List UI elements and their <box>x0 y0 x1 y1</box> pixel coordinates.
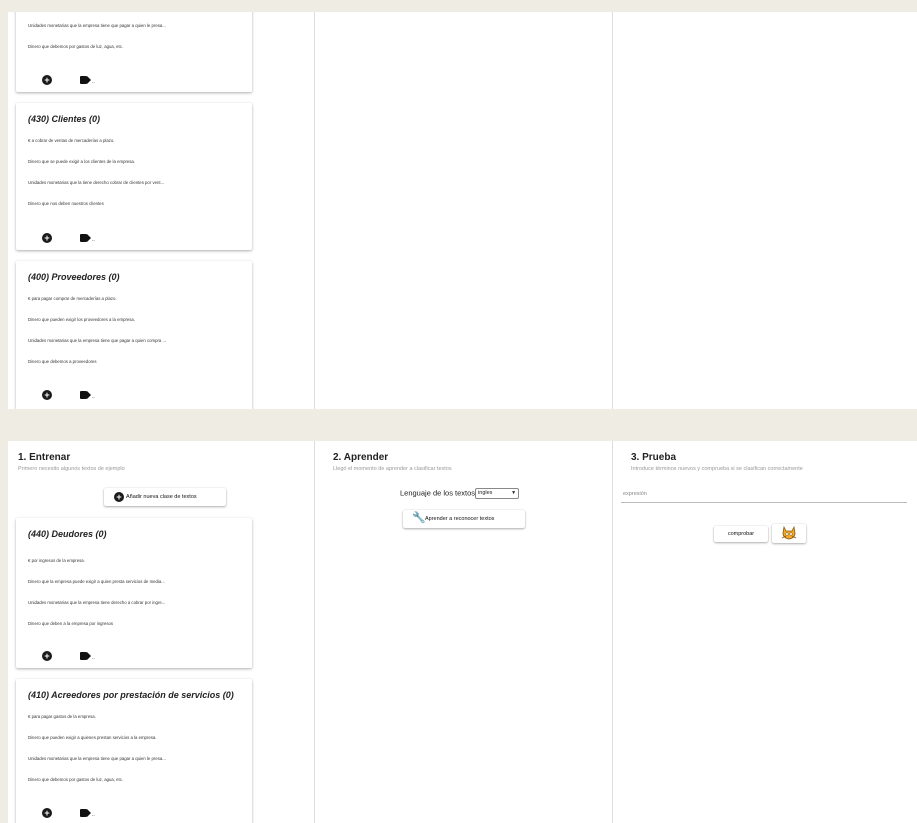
example-text[interactable]: Unidades monetarias que la tiene derecho… <box>28 180 238 185</box>
example-text[interactable]: Unidades monetarias que la empresa tiene… <box>28 23 238 28</box>
example-text[interactable]: Unidades monetarias que la empresa tiene… <box>28 338 238 343</box>
example-text[interactable]: € por ingresos de la empresa. <box>28 558 238 563</box>
test-column: 3. Prueba Introduce términos nuevos y co… <box>612 441 917 823</box>
add-example-button[interactable]: + <box>42 390 52 400</box>
language-select-value: ingles <box>478 490 493 496</box>
language-row: Lenguaje de los textos ingles ▼ <box>400 488 520 499</box>
example-text[interactable]: Dinero que pueden exigir los proveedores… <box>28 317 238 322</box>
language-select[interactable]: ingles ▼ <box>475 488 520 499</box>
add-class-label: Añadir nueva clase de textos <box>126 494 197 500</box>
add-example-button[interactable]: + <box>42 233 52 243</box>
learn-column: 2. Aprender Llegó el momento de aprender… <box>314 441 613 823</box>
test-subtitle: Introduce términos nuevos y comprueba si… <box>631 466 803 472</box>
learn-subtitle: Llegó el momento de aprender a clasifica… <box>333 466 452 472</box>
train-subtitle: Primero necesito algunos textos de ejemp… <box>18 466 125 472</box>
tag-button[interactable]: .. <box>80 809 95 818</box>
add-class-button[interactable]: + Añadir nueva clase de textos <box>104 488 226 506</box>
example-text[interactable]: € para pagar gastos de la empresa. <box>28 714 238 719</box>
text-class-card: (430) Clientes (0) € a cobrar de ventas … <box>16 103 252 250</box>
example-text[interactable]: € para pagar comprar de mercaderías a pl… <box>28 296 238 301</box>
example-text[interactable]: Unidades monetarias que la empresa tiene… <box>28 600 238 605</box>
learn-column-scrolled <box>314 12 613 409</box>
plus-circle-icon: + <box>44 390 50 400</box>
train-column: 1. Entrenar Primero necesito algunos tex… <box>8 441 314 823</box>
tag-button[interactable]: .. <box>80 652 95 661</box>
test-column-scrolled <box>612 12 917 409</box>
tag-button[interactable]: .. <box>80 234 95 243</box>
expression-placeholder: expresión <box>623 491 647 497</box>
train-column-scrolled: Unidades monetarias que la empresa tiene… <box>8 12 314 409</box>
example-text[interactable]: Dinero que pueden exigir a quienes prest… <box>28 735 238 740</box>
example-text[interactable]: € a cobrar de ventas de mercaderías a pl… <box>28 138 238 143</box>
tag-button[interactable]: .. <box>80 76 95 85</box>
example-text[interactable]: Unidades monetarias que la empresa tiene… <box>28 756 238 761</box>
card-title: (440) Deudores (0) <box>28 529 107 539</box>
plus-circle-icon: + <box>44 233 50 243</box>
expression-input[interactable]: expresión <box>621 488 907 503</box>
learn-button[interactable]: 🔧 Aprender a reconocer textos <box>403 510 525 528</box>
top-panel: Unidades monetarias que la empresa tiene… <box>8 12 917 409</box>
test-title: 3. Prueba <box>631 452 677 463</box>
label-icon <box>80 391 91 399</box>
label-icon <box>80 234 91 242</box>
example-text[interactable]: Dinero que deben a la empresa por ingres… <box>28 621 238 626</box>
example-text[interactable]: Dinero que debemos por gastos de luz, ag… <box>28 777 238 782</box>
example-text[interactable]: Dinero que nos deben nuestros clientes <box>28 201 238 206</box>
learn-button-label: Aprender a reconocer textos <box>425 516 495 522</box>
example-text[interactable]: Dinero que se puede exigir a los cliente… <box>28 159 238 164</box>
label-icon <box>80 809 91 817</box>
text-class-card: (440) Deudores (0) € por ingresos de la … <box>16 518 252 668</box>
wrench-icon: 🔧 <box>412 512 426 524</box>
card-title: (400) Proveedores (0) <box>28 272 120 282</box>
example-text[interactable]: Dinero que debemos por gastos de luz, ag… <box>28 44 238 49</box>
check-button-label: comprobar <box>727 531 755 537</box>
text-class-card: (400) Proveedores (0) € para pagar compr… <box>16 261 252 409</box>
example-text[interactable]: Dinero que la empresa puede exigir a qui… <box>28 579 238 584</box>
plus-circle-icon: + <box>44 808 50 818</box>
tag-button[interactable]: .. <box>80 391 95 400</box>
example-text[interactable]: Dinero que debemos a proveedores <box>28 359 238 364</box>
card-title: (410) Acreedores por prestación de servi… <box>28 690 234 700</box>
text-class-card: Unidades monetarias que la empresa tiene… <box>16 12 252 92</box>
bottom-panel: 1. Entrenar Primero necesito algunos tex… <box>8 441 917 823</box>
add-example-button[interactable]: + <box>42 808 52 818</box>
add-example-button[interactable]: + <box>42 651 52 661</box>
label-icon <box>80 76 91 84</box>
language-label: Lenguaje de los textos <box>400 488 476 498</box>
label-icon <box>80 652 91 660</box>
add-example-button[interactable]: + <box>42 75 52 85</box>
chevron-down-icon: ▼ <box>511 490 517 496</box>
check-button[interactable]: comprobar <box>714 526 768 542</box>
scratch-button[interactable] <box>772 524 806 543</box>
plus-circle-icon: + <box>44 651 50 661</box>
plus-circle-icon: + <box>44 75 50 85</box>
text-class-card: (410) Acreedores por prestación de servi… <box>16 679 252 823</box>
train-title: 1. Entrenar <box>18 452 71 463</box>
scratch-cat-icon <box>781 525 797 540</box>
learn-title: 2. Aprender <box>333 452 389 463</box>
card-title: (430) Clientes (0) <box>28 114 101 124</box>
plus-circle-icon: + <box>114 492 124 502</box>
